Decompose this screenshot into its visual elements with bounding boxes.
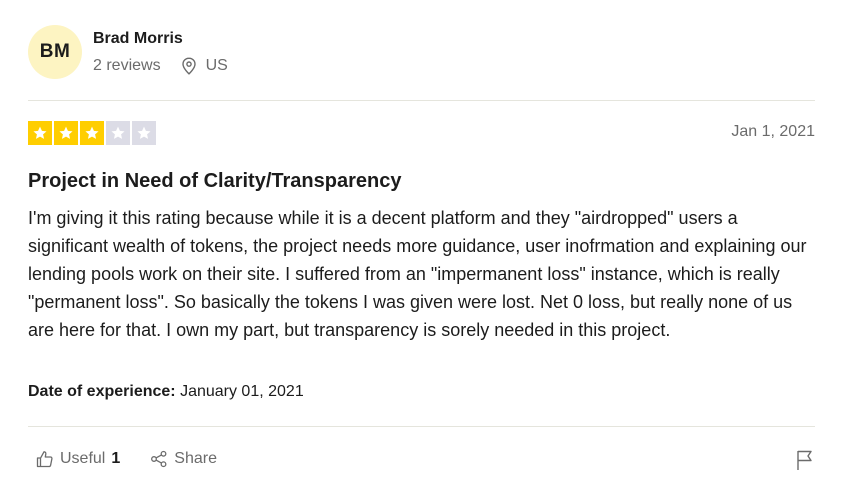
review-date: Jan 1, 2021 (731, 123, 815, 140)
reviewer-header: BM Brad Morris 2 reviews US (28, 24, 228, 80)
share-label: Share (174, 450, 217, 467)
share-button[interactable]: Share (150, 450, 217, 468)
review-card: BM Brad Morris 2 reviews US Jan 1, 2021 … (0, 0, 846, 502)
report-button[interactable] (795, 449, 815, 476)
useful-count: 1 (111, 450, 121, 467)
reviewer-location: US (181, 56, 228, 76)
review-body: I'm giving it this rating because while … (28, 208, 807, 340)
useful-label: Useful (60, 450, 106, 467)
reviewer-meta: Brad Morris 2 reviews US (93, 29, 228, 76)
thumbs-up-icon (36, 451, 53, 468)
review-title[interactable]: Project in Need of Clarity/Transparency (28, 168, 401, 194)
star-icon (106, 121, 130, 145)
review-actions: Useful 1 Share (36, 448, 217, 470)
date-of-experience-label: Date of experience: (28, 383, 176, 400)
reviewer-review-count: 2 reviews (93, 56, 161, 74)
avatar-initials: BM (39, 41, 71, 62)
star-icon (54, 121, 78, 145)
flag-icon (797, 450, 812, 470)
star-icon (132, 121, 156, 145)
star-icon (28, 121, 52, 145)
date-of-experience-value: January 01, 2021 (180, 383, 304, 400)
reviewer-name[interactable]: Brad Morris (93, 29, 228, 49)
share-icon (151, 450, 167, 468)
date-of-experience: Date of experience: January 01, 2021 (28, 383, 304, 401)
useful-button[interactable]: Useful 1 (36, 450, 120, 468)
divider (28, 100, 815, 101)
avatar[interactable]: BM (28, 25, 82, 79)
star-rating (28, 121, 156, 145)
reviewer-location-text: US (205, 56, 228, 74)
divider (28, 426, 815, 427)
location-pin-icon (181, 56, 196, 75)
reviewer-sub: 2 reviews US (93, 56, 228, 76)
star-icon (80, 121, 104, 145)
